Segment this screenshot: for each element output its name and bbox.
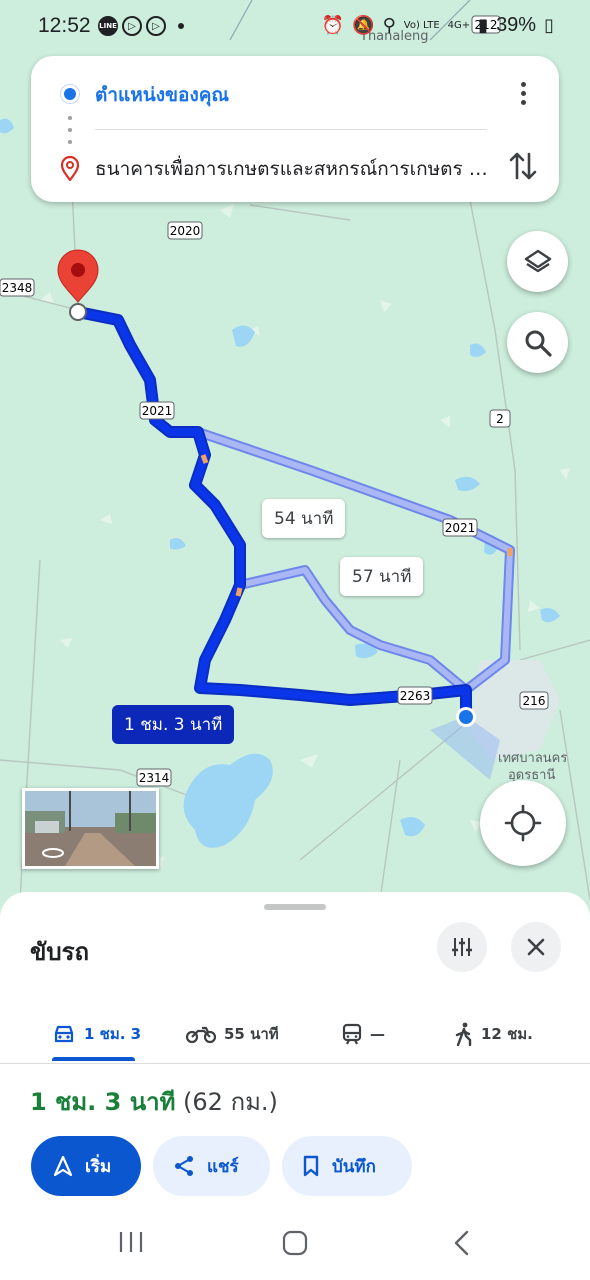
route-duration: 1 ชม. 3 นาที: [30, 1088, 176, 1116]
navigation-arrow-icon: [53, 1155, 73, 1177]
road-label-2348: 2348: [2, 281, 33, 295]
tab-drive-label: 1 ชม. 3: [84, 1025, 142, 1043]
recents-icon: [119, 1232, 143, 1252]
battery-icon: ▯: [544, 15, 554, 36]
my-location-button[interactable]: [480, 780, 566, 866]
road-label-2021: 2021: [142, 404, 173, 418]
street-view-image: [25, 791, 156, 866]
street-view-thumbnail[interactable]: [22, 788, 159, 869]
motorcycle-icon: [186, 1026, 216, 1044]
bottom-sheet: ขับรถ 1 ชม. 3 55 นาที — 12 ชม. 1 ชม. 3 น…: [0, 892, 590, 1280]
start-label: เริ่ม: [85, 1156, 112, 1177]
origin-field[interactable]: ตำแหน่งของคุณ: [95, 80, 229, 110]
close-button[interactable]: [511, 922, 561, 972]
swap-icon: [509, 152, 537, 180]
layers-button[interactable]: [507, 231, 568, 292]
network-type: 4G+: [447, 19, 471, 31]
more-notifications-icon: [178, 23, 184, 29]
sync-icon: ▷: [146, 16, 166, 36]
close-icon: [527, 938, 545, 956]
tune-icon: [452, 938, 472, 956]
signal-icon: ▮: [478, 15, 489, 36]
notification-icons: LINE ▷ ▷: [98, 16, 184, 36]
crosshair-icon: [504, 804, 542, 842]
walk-icon: [455, 1022, 472, 1046]
search-icon: [525, 330, 552, 357]
layers-icon: [524, 249, 551, 272]
route-options-button[interactable]: [437, 922, 487, 972]
alarm-icon: ⏰: [321, 15, 345, 36]
line-icon: LINE: [98, 16, 118, 36]
drag-handle[interactable]: [264, 904, 326, 910]
road-label-2: 2: [496, 412, 504, 426]
transit-icon: [342, 1023, 362, 1045]
home-icon: [282, 1230, 308, 1256]
city-line-1: เทศบาลนคร: [498, 751, 567, 766]
car-icon: [54, 1025, 74, 1043]
status-bar: 12:52 LINE ▷ ▷ ⏰ 🔕 ⚲ Vo) LTE 4G+ ▮ 39% ▯: [0, 0, 590, 56]
route-alt-1-time[interactable]: 54 นาที: [262, 499, 346, 538]
road-label-2020: 2020: [170, 224, 201, 238]
route-distance: (62 กม.): [183, 1088, 278, 1116]
destination-pin-icon: [59, 155, 81, 186]
travel-mode-tabs: 1 ชม. 3 55 นาที — 12 ชม.: [0, 1002, 590, 1064]
swap-button[interactable]: [505, 146, 541, 186]
recent-apps-button[interactable]: [118, 1230, 144, 1254]
back-icon: [454, 1230, 469, 1256]
tab-motorcycle-label: 55 นาที: [224, 1025, 279, 1043]
road-label-216: 216: [523, 694, 546, 708]
tab-drive[interactable]: 1 ชม. 3: [52, 1012, 141, 1056]
tab-transit-label: —: [370, 1025, 385, 1043]
back-button[interactable]: [452, 1230, 472, 1256]
bookmark-icon: [303, 1155, 319, 1177]
mute-icon: 🔕: [352, 15, 375, 36]
route-summary: 1 ชม. 3 นาที (62 กม.): [30, 1082, 278, 1121]
status-time: 12:52: [38, 14, 91, 37]
road-label-2314: 2314: [139, 771, 170, 785]
share-icon: [175, 1156, 193, 1176]
save-label: บันทึก: [332, 1156, 376, 1177]
sheet-title: ขับรถ: [30, 938, 90, 966]
tab-walk-label: 12 ชม.: [481, 1025, 533, 1043]
location-icon: ⚲: [382, 15, 396, 36]
sync-icon: ▷: [122, 16, 142, 36]
share-label: แชร์: [207, 1156, 239, 1177]
more-options-button[interactable]: [509, 76, 537, 110]
active-tab-indicator: [52, 1057, 135, 1061]
tab-motorcycle[interactable]: 55 นาที: [186, 1012, 279, 1056]
road-label-2021: 2021: [445, 521, 476, 535]
system-nav-bar: [0, 1208, 590, 1280]
home-button[interactable]: [282, 1230, 308, 1256]
start-button[interactable]: เริ่ม: [31, 1136, 141, 1196]
tab-transit[interactable]: —: [342, 1012, 385, 1056]
directions-card: ตำแหน่งของคุณ ธนาคารเพื่อการเกษตรและสหกร…: [31, 56, 559, 202]
save-button[interactable]: บันทึก: [282, 1136, 412, 1196]
destination-field[interactable]: ธนาคารเพื่อการเกษตรและสหกรณ์การเกษตร สาข…: [95, 154, 491, 184]
battery-percent: 39%: [496, 14, 537, 36]
volte-indicator: Vo) LTE: [403, 19, 440, 31]
road-label-2263: 2263: [400, 689, 431, 703]
origin-dot-icon: [61, 85, 79, 103]
route-alt-2-time[interactable]: 57 นาที: [340, 557, 424, 596]
connector-dots-icon: [68, 116, 72, 144]
divider: [95, 129, 487, 130]
tab-walk[interactable]: 12 ชม.: [455, 1012, 533, 1056]
search-button[interactable]: [507, 312, 568, 373]
system-icons: ⏰ 🔕 ⚲ Vo) LTE 4G+ ▮ 39% ▯: [322, 14, 554, 37]
route-primary-time[interactable]: 1 ชม. 3 นาที: [112, 705, 235, 744]
share-button[interactable]: แชร์: [153, 1136, 270, 1196]
